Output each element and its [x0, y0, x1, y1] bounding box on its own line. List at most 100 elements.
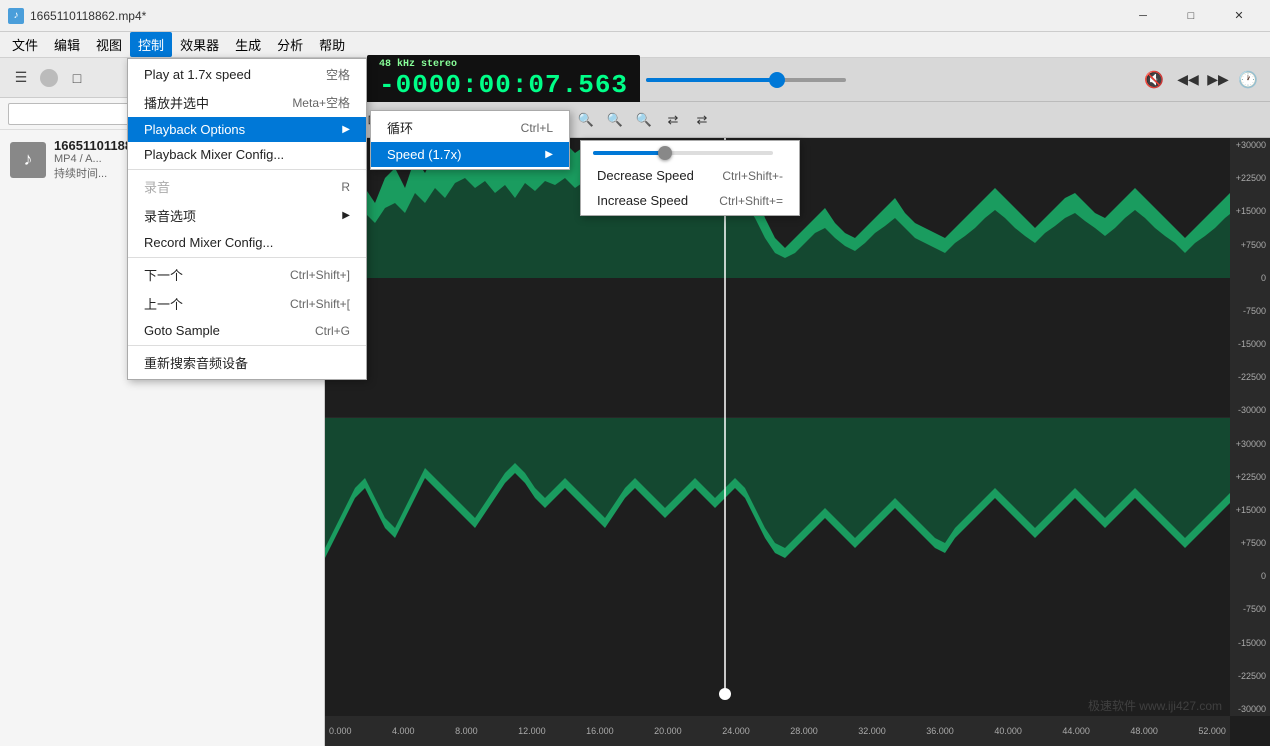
submenu-loop[interactable]: 循环 Ctrl+L — [371, 113, 569, 142]
menu-next[interactable]: 下一个 Ctrl+Shift+] — [128, 260, 366, 289]
file-icon: ♪ — [10, 142, 46, 178]
menu-goto-shortcut: Ctrl+G — [315, 324, 350, 338]
menu-record-mixer-label: Record Mixer Config... — [144, 235, 273, 250]
minimize-button[interactable]: ─ — [1120, 0, 1166, 32]
menu-record-mixer[interactable]: Record Mixer Config... — [128, 230, 366, 255]
app-icon: ♪ — [8, 8, 24, 24]
menu-goto[interactable]: Goto Sample Ctrl+G — [128, 318, 366, 343]
timeline-label: 48.000 — [1130, 726, 1158, 736]
menu-play-speed-label: Play at 1.7x speed — [144, 67, 251, 82]
menu-prev-shortcut: Ctrl+Shift+[ — [290, 297, 350, 311]
volume-track[interactable] — [646, 78, 846, 82]
player-controls: i 48 kHz stereo -0000:00:07.563 🔇 ◀◀ ▶▶ … — [325, 58, 1270, 102]
record-button[interactable] — [40, 69, 58, 87]
menu-playback-mixer-label: Playback Mixer Config... — [144, 147, 284, 162]
menu-analyze[interactable]: 分析 — [269, 32, 311, 57]
timeline-label: 44.000 — [1062, 726, 1090, 736]
scale-label: -7500 — [1230, 604, 1270, 614]
timeline-label: 32.000 — [858, 726, 886, 736]
menu-control[interactable]: 控制 — [130, 32, 172, 57]
speed-slider[interactable] — [593, 151, 773, 155]
prev-button[interactable]: ◀◀ — [1174, 66, 1202, 94]
history-button[interactable]: 🕐 — [1234, 66, 1262, 94]
volume-thumb[interactable] — [769, 72, 785, 88]
menu-rescan[interactable]: 重新搜索音频设备 — [128, 348, 366, 377]
timeline-label: 0.000 — [329, 726, 352, 736]
scale-label: 0 — [1230, 571, 1270, 581]
time-value: -0000:00:07.563 — [379, 70, 628, 100]
scale-label: -15000 — [1230, 638, 1270, 648]
menu-record-options[interactable]: 录音选项 ▶ — [128, 201, 366, 230]
menu-divider-2 — [128, 257, 366, 258]
menu-play-sel[interactable]: 播放并选中 Meta+空格 — [128, 88, 366, 117]
wt-zoom-full[interactable]: 🔍 — [631, 107, 657, 133]
timeline-label: 28.000 — [790, 726, 818, 736]
window-title: 1665110118862.mp4* — [30, 9, 146, 23]
menu-prev-label: 上一个 — [144, 294, 183, 313]
submenu-speed[interactable]: Speed (1.7x) ▶ — [371, 142, 569, 167]
menu-generate[interactable]: 生成 — [227, 32, 269, 57]
wt-toggle-1[interactable]: ⇄ — [660, 107, 686, 133]
menu-divider-1 — [128, 169, 366, 170]
scale-label: -30000 — [1230, 704, 1270, 714]
playback-options-submenu: 循环 Ctrl+L Speed (1.7x) ▶ — [370, 110, 570, 170]
menu-play-speed[interactable]: Play at 1.7x speed 空格 — [128, 61, 366, 88]
scale-label: -22500 — [1230, 372, 1270, 382]
wt-zoom-fit[interactable]: 🔍 — [573, 107, 599, 133]
mute-button[interactable]: 🔇 — [1140, 66, 1168, 94]
submenu-increase-speed-label: Increase Speed — [597, 193, 688, 208]
control-menu-dropdown: Play at 1.7x speed 空格 播放并选中 Meta+空格 Play… — [127, 58, 367, 380]
scale-label: +30000 — [1230, 439, 1270, 449]
menu-record-options-label: 录音选项 — [144, 206, 196, 225]
scale-labels: +30000 +22500 +15000 +7500 0 -7500 -1500… — [1230, 138, 1270, 716]
time-display: 48 kHz stereo -0000:00:07.563 — [367, 55, 640, 104]
square-icon[interactable]: □ — [62, 64, 92, 92]
scale-label: +15000 — [1230, 206, 1270, 216]
timeline-label: 40.000 — [994, 726, 1022, 736]
window-controls: ─ □ ✕ — [1120, 0, 1262, 32]
freq-info: 48 kHz stereo — [379, 59, 628, 70]
menu-playback-mixer[interactable]: Playback Mixer Config... — [128, 142, 366, 167]
scale-label: -22500 — [1230, 671, 1270, 681]
waveform-svg — [325, 138, 1270, 746]
scale-label: -7500 — [1230, 306, 1270, 316]
submenu-loop-shortcut: Ctrl+L — [521, 121, 553, 135]
menu-rescan-label: 重新搜索音频设备 — [144, 353, 248, 372]
volume-slider-container — [646, 78, 1134, 82]
timeline: 0.000 4.000 8.000 12.000 16.000 20.000 2… — [325, 716, 1230, 746]
menu-play-speed-shortcut: 空格 — [326, 66, 350, 83]
menu-prev[interactable]: 上一个 Ctrl+Shift+[ — [128, 289, 366, 318]
wt-toggle-2[interactable]: ⇄ — [689, 107, 715, 133]
timeline-label: 4.000 — [392, 726, 415, 736]
menu-next-shortcut: Ctrl+Shift+] — [290, 268, 350, 282]
timeline-inner: 0.000 4.000 8.000 12.000 16.000 20.000 2… — [325, 726, 1230, 736]
watermark: 极速软件 www.iji427.com — [1088, 697, 1222, 714]
submenu-speed-arrow: ▶ — [545, 149, 553, 160]
next-button[interactable]: ▶▶ — [1204, 66, 1232, 94]
menu-playback-options-label: Playback Options — [144, 122, 245, 137]
submenu-increase-speed[interactable]: Increase Speed Ctrl+Shift+= — [581, 188, 799, 213]
timeline-label: 20.000 — [654, 726, 682, 736]
scale-label: -30000 — [1230, 405, 1270, 415]
menu-help[interactable]: 帮助 — [311, 32, 353, 57]
transport-buttons: ◀◀ ▶▶ 🕐 — [1174, 66, 1262, 94]
menu-view[interactable]: 视图 — [88, 32, 130, 57]
submenu-speed-label: Speed (1.7x) — [387, 147, 461, 162]
timeline-label: 52.000 — [1198, 726, 1226, 736]
close-button[interactable]: ✕ — [1216, 0, 1262, 32]
menu-playback-options[interactable]: Playback Options ▶ — [128, 117, 366, 142]
scale-label: +22500 — [1230, 173, 1270, 183]
speed-slider-thumb[interactable] — [658, 146, 672, 160]
menu-effects[interactable]: 效果器 — [172, 32, 227, 57]
menu-next-label: 下一个 — [144, 265, 183, 284]
speed-submenu: Decrease Speed Ctrl+Shift+- Increase Spe… — [580, 140, 800, 216]
menu-edit[interactable]: 编辑 — [46, 32, 88, 57]
menu-playback-options-arrow: ▶ — [342, 124, 350, 135]
maximize-button[interactable]: □ — [1168, 0, 1214, 32]
menu-icon[interactable]: ☰ — [6, 64, 36, 92]
scale-label: -15000 — [1230, 339, 1270, 349]
menu-file[interactable]: 文件 — [4, 32, 46, 57]
scale-label: +30000 — [1230, 140, 1270, 150]
wt-zoom-sel[interactable]: 🔍 — [602, 107, 628, 133]
submenu-decrease-speed[interactable]: Decrease Speed Ctrl+Shift+- — [581, 163, 799, 188]
